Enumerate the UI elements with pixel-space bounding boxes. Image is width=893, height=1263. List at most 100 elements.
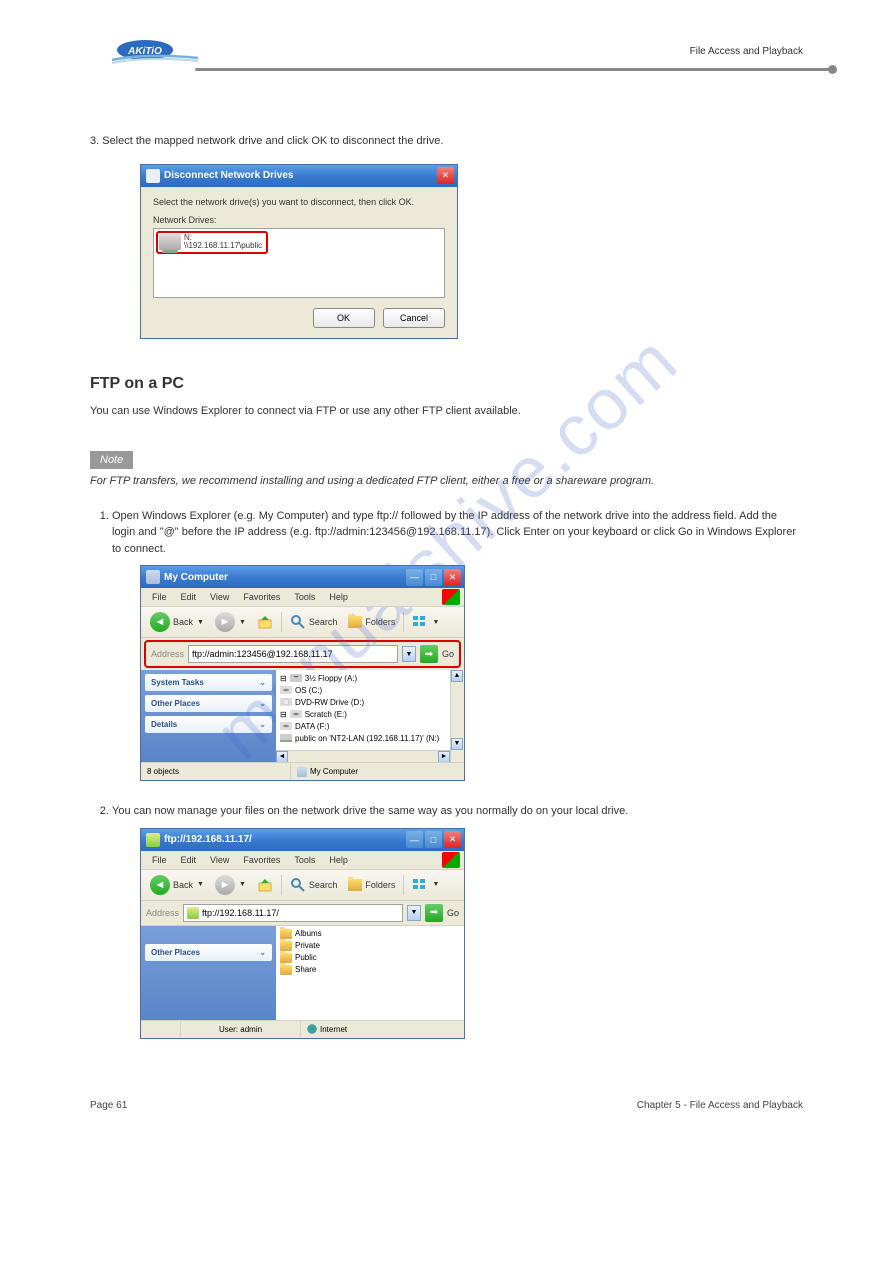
minimize-icon[interactable]: — [406, 831, 423, 848]
folders-button[interactable]: Folders [344, 614, 399, 630]
computer-icon [297, 767, 307, 777]
logo: AKiTiO [110, 38, 200, 71]
titlebar: ftp://192.168.11.17/ — □ ✕ [141, 829, 464, 851]
address-dropdown[interactable]: ▼ [402, 646, 416, 662]
search-icon [290, 614, 306, 630]
header-section: File Access and Playback [690, 46, 803, 57]
views-button[interactable]: ▼ [408, 875, 443, 895]
ftp-icon [187, 907, 199, 919]
cancel-button[interactable]: Cancel [383, 308, 445, 328]
list-item[interactable]: ⊟3½ Floppy (A:) [280, 672, 460, 684]
globe-icon [307, 1024, 317, 1034]
scrollbar-vertical[interactable]: ▲ ▼ [450, 670, 464, 762]
list-item[interactable]: public on 'NT2-LAN (192.168.11.17)' (N:) [280, 732, 460, 744]
computer-icon [146, 570, 160, 584]
statusbar: User: admin Internet [141, 1020, 464, 1038]
menu-favorites[interactable]: Favorites [236, 590, 287, 604]
minimize-icon[interactable]: — [406, 569, 423, 586]
address-dropdown[interactable]: ▼ [407, 905, 421, 921]
menu-tools[interactable]: Tools [287, 853, 322, 867]
forward-button[interactable]: ► ▼ [211, 873, 250, 897]
folder-icon [280, 965, 292, 975]
search-button[interactable]: Search [286, 612, 342, 632]
list-item[interactable]: Albums [280, 928, 460, 940]
list-item[interactable]: Share [280, 964, 460, 976]
close-icon[interactable]: ✕ [437, 167, 454, 184]
up-button[interactable] [253, 875, 277, 895]
go-label: Go [447, 908, 459, 918]
panel-other-places[interactable]: Other Places⌄ [145, 695, 272, 712]
back-button[interactable]: ◄ Back ▼ [146, 873, 208, 897]
go-button[interactable]: ➡ [425, 904, 443, 922]
ok-button[interactable]: OK [313, 308, 375, 328]
toolbar: ◄ Back ▼ ► ▼ Search Folder [141, 870, 464, 901]
file-list[interactable]: ⊟3½ Floppy (A:) OS (C:) DVD-RW Drive (D:… [276, 670, 464, 762]
header-rule [195, 68, 833, 71]
status-zone: Internet [301, 1021, 464, 1038]
back-icon: ◄ [150, 875, 170, 895]
go-button[interactable]: ➡ [420, 645, 438, 663]
list-item[interactable]: OS (C:) [280, 684, 460, 696]
folder-icon [280, 929, 292, 939]
back-button[interactable]: ◄ Back ▼ [146, 610, 208, 634]
panel-system-tasks[interactable]: System Tasks⌄ [145, 674, 272, 691]
panel-other-places[interactable]: Other Places⌄ [145, 944, 272, 961]
search-button[interactable]: Search [286, 875, 342, 895]
forward-icon: ► [215, 612, 235, 632]
address-label: Address [146, 908, 179, 918]
menu-help[interactable]: Help [322, 590, 355, 604]
network-drive-icon [159, 234, 181, 250]
close-icon[interactable]: ✕ [444, 831, 461, 848]
menu-file[interactable]: File [145, 853, 174, 867]
address-field[interactable]: ftp://admin:123456@192.168.11.17 [188, 645, 398, 663]
titlebar: Disconnect Network Drives ✕ [141, 165, 457, 187]
maximize-icon[interactable]: □ [425, 831, 442, 848]
list-item[interactable]: Public [280, 952, 460, 964]
list-item[interactable]: DATA (F:) [280, 720, 460, 732]
drive-list-item[interactable]: N: \\192.168.11.17\public [156, 231, 268, 255]
list-item[interactable]: DVD-RW Drive (D:) [280, 696, 460, 708]
search-icon [290, 877, 306, 893]
sidebar: Other Places⌄ [141, 926, 276, 1020]
ftp-intro: You can use Windows Explorer to connect … [90, 403, 803, 420]
ftp-section-title: FTP on a PC [90, 375, 803, 393]
page-header: AKiTiO File Access and Playback [90, 38, 803, 83]
maximize-icon[interactable]: □ [425, 569, 442, 586]
file-list[interactable]: Albums Private Public Share [276, 926, 464, 1020]
menu-tools[interactable]: Tools [287, 590, 322, 604]
menu-edit[interactable]: Edit [174, 853, 204, 867]
folder-icon [348, 616, 362, 628]
menu-file[interactable]: File [145, 590, 174, 604]
drives-listbox[interactable]: N: \\192.168.11.17\public [153, 228, 445, 298]
address-field[interactable]: ftp://192.168.11.17/ [183, 904, 403, 922]
menu-view[interactable]: View [203, 853, 236, 867]
windows-logo-icon [442, 852, 460, 868]
list-item[interactable]: ⊟Scratch (E:) [280, 708, 460, 720]
views-icon [412, 877, 428, 893]
page-number: Page 61 [90, 1100, 127, 1111]
menubar: File Edit View Favorites Tools Help [141, 851, 464, 870]
forward-button[interactable]: ► ▼ [211, 610, 250, 634]
folder-icon [280, 953, 292, 963]
panel-details[interactable]: Details⌄ [145, 716, 272, 733]
toolbar: ◄ Back ▼ ► ▼ Search Folder [141, 607, 464, 638]
views-button[interactable]: ▼ [408, 612, 443, 632]
menu-view[interactable]: View [203, 590, 236, 604]
views-icon [412, 614, 428, 630]
dialog-title: Disconnect Network Drives [164, 170, 437, 181]
up-button[interactable] [253, 612, 277, 632]
menu-favorites[interactable]: Favorites [236, 853, 287, 867]
scrollbar-horizontal[interactable]: ◄ ► [276, 750, 450, 762]
menu-edit[interactable]: Edit [174, 590, 204, 604]
folder-icon [348, 879, 362, 891]
folders-button[interactable]: Folders [344, 877, 399, 893]
forward-icon: ► [215, 875, 235, 895]
chapter-label: Chapter 5 - File Access and Playback [637, 1100, 803, 1111]
list-item[interactable]: Private [280, 940, 460, 952]
close-icon[interactable]: ✕ [444, 569, 461, 586]
menu-help[interactable]: Help [322, 853, 355, 867]
folder-icon [280, 941, 292, 951]
ftp-step-2: You can now manage your files on the net… [112, 803, 803, 820]
address-bar: Address ftp://192.168.11.17/ ▼ ➡ Go [141, 901, 464, 926]
drives-label: Network Drives: [153, 215, 445, 225]
